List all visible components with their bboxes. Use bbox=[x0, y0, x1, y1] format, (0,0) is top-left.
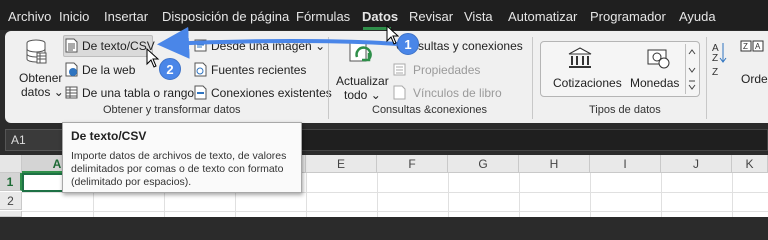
image-icon bbox=[194, 39, 207, 52]
actualizar-label-1: Actualizar bbox=[336, 74, 389, 88]
de-texto-csv-button[interactable]: De texto/CSV bbox=[65, 37, 155, 55]
cotizaciones-button[interactable]: Cotizaciones bbox=[545, 45, 622, 93]
data-types-gallery: Cotizaciones Monedas bbox=[540, 41, 700, 97]
ordenar-label: Ordena bbox=[741, 72, 768, 86]
web-icon bbox=[65, 62, 78, 77]
recent-sources-icon bbox=[194, 62, 207, 77]
currency-icon bbox=[647, 49, 670, 69]
tipos-group-label: Tipos de datos bbox=[589, 104, 661, 116]
desde-una-imagen-label: Desde una imagen ⌄ bbox=[211, 39, 326, 53]
group-separator bbox=[328, 37, 329, 119]
tab-inicio[interactable]: Inicio bbox=[59, 0, 89, 30]
desde-una-imagen-button[interactable]: Desde una imagen ⌄ bbox=[194, 37, 325, 55]
svg-text:Z: Z bbox=[712, 67, 718, 78]
text-file-icon bbox=[65, 38, 78, 53]
actualizar-todo-button[interactable]: Actualizar todo ⌄ bbox=[333, 37, 389, 102]
obtener-group-label: Obtener y transformar datos bbox=[103, 104, 241, 116]
tab-ayuda[interactable]: Ayuda bbox=[679, 0, 716, 30]
column-header[interactable]: J bbox=[661, 155, 732, 173]
sort-dialog-icon: Z A bbox=[740, 40, 764, 52]
column-header[interactable]: F bbox=[377, 155, 448, 173]
tab-revisar[interactable]: Revisar bbox=[409, 0, 453, 30]
svg-text:Z: Z bbox=[712, 53, 718, 64]
gridline bbox=[306, 173, 307, 217]
gridline bbox=[22, 211, 768, 212]
name-box[interactable]: A1 bbox=[5, 129, 63, 151]
group-separator bbox=[532, 37, 533, 119]
mouse-cursor-icon bbox=[146, 48, 160, 68]
gridline bbox=[732, 173, 733, 217]
gridline bbox=[590, 173, 591, 217]
gridline bbox=[661, 173, 662, 217]
tooltip-body: Importe datos de archivos de texto, de v… bbox=[71, 150, 287, 188]
tooltip: De texto/CSV Importe datos de archivos d… bbox=[62, 122, 302, 193]
column-header[interactable]: I bbox=[590, 155, 661, 173]
step-badge-2: 2 bbox=[159, 58, 181, 80]
consultas-group-label: Consultas &conexiones bbox=[372, 104, 487, 116]
row-header[interactable] bbox=[0, 211, 22, 217]
database-icon bbox=[26, 39, 47, 64]
existing-connections-icon bbox=[194, 85, 207, 100]
tooltip-title: De texto/CSV bbox=[71, 129, 147, 143]
tab-formulas[interactable]: Fórmulas bbox=[296, 0, 350, 30]
bank-icon bbox=[568, 47, 592, 68]
tab-automatizar[interactable]: Automatizar bbox=[508, 0, 577, 30]
fuentes-recientes-label: Fuentes recientes bbox=[211, 63, 307, 77]
column-header[interactable]: G bbox=[448, 155, 519, 173]
column-header[interactable]: E bbox=[306, 155, 377, 173]
de-la-web-label: De la web bbox=[82, 63, 136, 77]
propiedades-label: Propiedades bbox=[413, 63, 481, 77]
gridline bbox=[519, 173, 520, 217]
monedas-button[interactable]: Monedas bbox=[627, 45, 687, 93]
workbook-links-icon bbox=[393, 85, 406, 100]
obtener-datos-label-1: Obtener bbox=[19, 71, 63, 85]
conexiones-existentes-button[interactable]: Conexiones existentes bbox=[194, 84, 332, 102]
row-header[interactable]: 1 bbox=[0, 173, 22, 191]
ribbon-tab-bar: Archivo Inicio Insertar Disposición de p… bbox=[0, 0, 768, 30]
de-texto-csv-label: De texto/CSV bbox=[82, 39, 155, 53]
formula-input[interactable] bbox=[300, 129, 768, 151]
tab-disposicion-de-pagina[interactable]: Disposición de página bbox=[162, 0, 289, 30]
de-una-tabla-label: De una tabla o rango bbox=[82, 86, 195, 100]
row-header[interactable]: 2 bbox=[0, 192, 22, 210]
actualizar-label-2: todo ⌄ bbox=[344, 88, 381, 102]
tab-archivo[interactable]: Archivo bbox=[8, 0, 51, 30]
vinculos-de-libro-label: Vínculos de libro bbox=[413, 86, 502, 100]
step-badge-1: 1 bbox=[397, 33, 419, 55]
gridline bbox=[448, 173, 449, 217]
obtener-datos-label-2: datos ⌄ bbox=[21, 85, 64, 99]
de-la-web-button[interactable]: De la web bbox=[65, 61, 145, 79]
table-icon bbox=[65, 86, 78, 99]
fuentes-recientes-button[interactable]: Fuentes recientes bbox=[194, 61, 307, 79]
gridline bbox=[377, 173, 378, 217]
propiedades-button: Propiedades bbox=[393, 61, 483, 79]
properties-icon bbox=[393, 63, 406, 76]
gallery-scroll-arrows-icon[interactable] bbox=[686, 44, 698, 94]
de-una-tabla-button[interactable]: De una tabla o rango bbox=[65, 84, 195, 102]
ordenar-button[interactable]: Z A Ordena bbox=[733, 39, 768, 95]
gallery-scroll[interactable] bbox=[685, 44, 698, 94]
tab-programador[interactable]: Programador bbox=[590, 0, 666, 30]
vinculos-de-libro-button: Vínculos de libro bbox=[393, 84, 503, 102]
tab-insertar[interactable]: Insertar bbox=[104, 0, 148, 30]
svg-text:A: A bbox=[755, 42, 761, 51]
obtener-datos-button[interactable]: Obtener datos ⌄ bbox=[11, 35, 64, 99]
svg-text:Z: Z bbox=[743, 42, 748, 51]
select-all-corner[interactable] bbox=[0, 155, 22, 173]
conexiones-existentes-label: Conexiones existentes bbox=[211, 86, 332, 100]
refresh-icon bbox=[349, 40, 372, 62]
cotizaciones-label: Cotizaciones bbox=[553, 76, 622, 90]
sort-az-icon[interactable]: A Z Z bbox=[711, 39, 729, 79]
group-separator bbox=[706, 37, 707, 119]
column-header[interactable]: K bbox=[732, 155, 768, 173]
sort-buttons[interactable]: A Z Z bbox=[711, 39, 731, 83]
column-header[interactable]: H bbox=[519, 155, 590, 173]
monedas-label: Monedas bbox=[630, 76, 680, 90]
tab-vista[interactable]: Vista bbox=[464, 0, 493, 30]
